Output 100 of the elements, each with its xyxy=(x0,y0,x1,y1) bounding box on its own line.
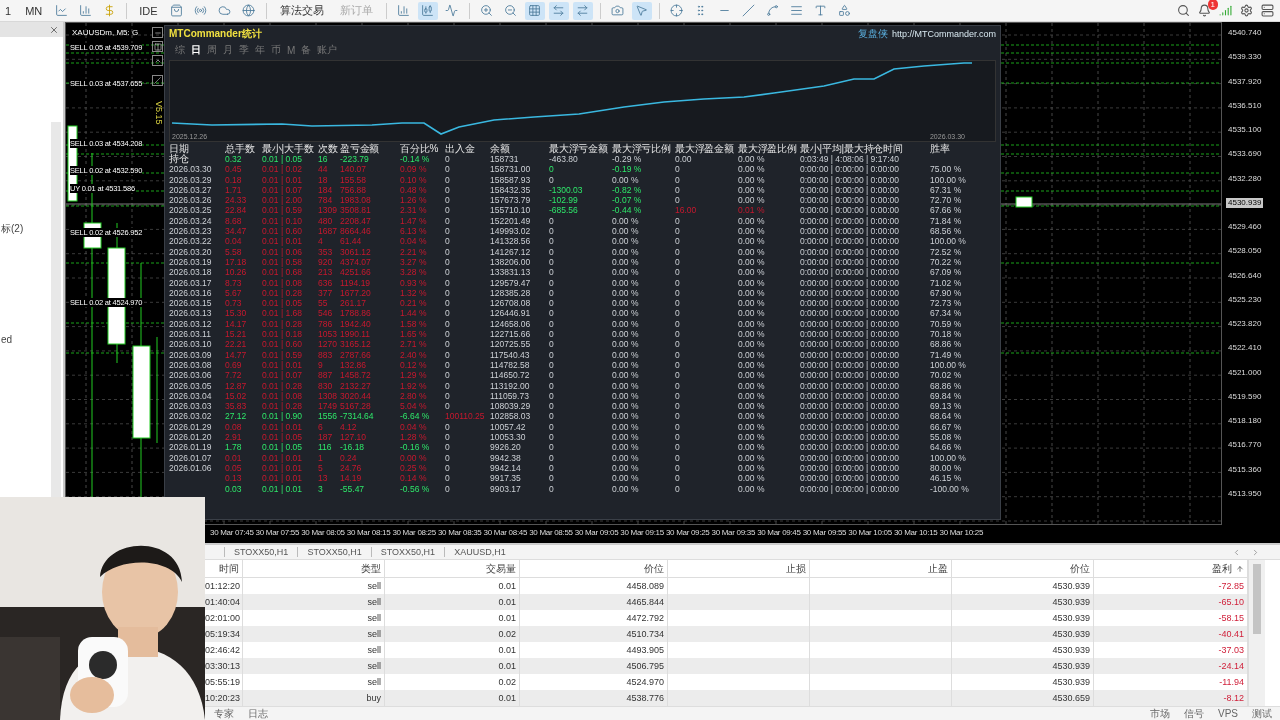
table-row[interactable]: 10:20:23 buy 0.01 4538.776 4530.659 -8.12 xyxy=(205,690,1248,706)
table-row[interactable]: 05:55:19 sell 0.02 4524.970 4530.939 -11.94 xyxy=(205,674,1248,690)
period-tab[interactable]: 月 xyxy=(223,43,233,57)
table-row[interactable]: 05:19:34 sell 0.02 4510.734 4530.939 -40.41 xyxy=(205,626,1248,642)
search-icon[interactable] xyxy=(1177,4,1190,17)
period-tab[interactable]: 备 xyxy=(301,43,312,57)
table-row[interactable]: 02:01:00 sell 0.01 4472.792 4530.939 -58.15 xyxy=(205,610,1248,626)
table-cell-text: 0 xyxy=(445,236,451,247)
table-cell-text: 138206.00 xyxy=(490,256,532,268)
table-row[interactable]: 03:30:13 sell 0.01 4506.795 4530.939 -24.14 xyxy=(205,658,1248,674)
period-tab[interactable]: 账户 xyxy=(317,43,338,57)
status-item[interactable]: 信号 xyxy=(1184,706,1204,720)
table-cell-text: 0 xyxy=(445,359,451,371)
toolbar-button[interactable]: 算法交易 xyxy=(273,1,330,20)
table-cell-text: 100.00 % xyxy=(930,452,967,463)
signal-icon xyxy=(1219,4,1232,17)
period-tab[interactable]: 周 xyxy=(207,43,217,57)
table-cell-text: 784 xyxy=(318,195,334,206)
period-tab[interactable]: M xyxy=(287,44,296,56)
sort-icon[interactable] xyxy=(1236,564,1244,573)
toolbar-label[interactable]: IDE xyxy=(134,4,163,17)
toolbar-icon-button[interactable] xyxy=(417,1,438,20)
status-tab[interactable]: 专家 xyxy=(214,706,234,720)
navigator-item[interactable]: ed xyxy=(1,334,63,345)
chart-tab[interactable]: XAUUSD,H1 xyxy=(444,547,515,557)
table-cell-text: 132.86 xyxy=(340,359,367,371)
notification-badge: 1 xyxy=(1207,0,1218,10)
period-tab[interactable]: 季 xyxy=(239,43,249,57)
chart-toggle-icon[interactable] xyxy=(152,41,163,52)
table-cell-text: 0 xyxy=(445,154,451,165)
table-cell-text: 0.00 % xyxy=(738,329,766,340)
scrollbar-thumb[interactable] xyxy=(1253,564,1261,634)
table-cell-text: 0.00 xyxy=(675,154,693,165)
table-row[interactable]: 01:12:20 sell 0.01 4458.089 4530.939 -72.85 xyxy=(205,578,1248,594)
chart-tab[interactable]: STOXX50,H1 xyxy=(224,547,298,557)
column-header[interactable]: 价位 xyxy=(520,560,668,577)
period-tab[interactable]: 币 xyxy=(271,43,281,57)
table-cell-text: 15.21 xyxy=(225,329,248,340)
table-cell-text: 0.01 | 0.28 xyxy=(262,401,304,412)
table-cell-text: 72.70 % xyxy=(930,195,963,206)
table-cell-text: 0.01 | 0.59 xyxy=(262,205,304,216)
status-item[interactable]: 市场 xyxy=(1150,706,1170,720)
website-link[interactable]: http://MTCommander.com xyxy=(891,29,996,39)
table-cell-text: 1.71 xyxy=(225,184,243,196)
chart-shift-icon xyxy=(576,4,590,17)
price-label: 4519.590 xyxy=(1227,391,1263,402)
date-cell-text: 2026.03.17 xyxy=(169,277,213,288)
price-label: 4525.230 xyxy=(1227,294,1263,305)
column-header[interactable]: 类型 xyxy=(243,560,385,577)
table-cell-text: 0.01 | 0.60 xyxy=(262,226,304,237)
date-cell-text: 2026.03.24 xyxy=(169,215,213,227)
table-cell-text: 0 xyxy=(445,277,451,288)
bell-icon[interactable] xyxy=(1198,4,1211,17)
table-cell-text: 7.72 xyxy=(225,370,243,381)
scroll-left-icon[interactable] xyxy=(1232,547,1241,557)
table-cell-text: 0.00 % xyxy=(738,421,766,432)
period-tab[interactable]: 综 xyxy=(175,43,185,57)
column-header[interactable]: 价位 xyxy=(952,560,1094,577)
table-row[interactable]: 01:40:04 sell 0.01 4465.844 4530.939 -65.10 xyxy=(205,594,1248,610)
table-cell-text: 0:00:00 | 0:00:00 | 0:00:00 xyxy=(800,256,900,268)
table-row[interactable]: 02:46:42 sell 0.01 4493.905 4530.939 -37.03 xyxy=(205,642,1248,658)
table-cell-text: 5 xyxy=(318,462,324,474)
chart-tab[interactable]: STOXX50,H1 xyxy=(370,547,445,557)
table-cell-text: 0 xyxy=(675,370,681,381)
table-cell-text: 0.01 | 0.18 xyxy=(262,329,304,340)
toolbar-icon-button[interactable] xyxy=(524,1,545,20)
toolbar-icon-button[interactable] xyxy=(572,1,593,20)
status-tab[interactable]: 日志 xyxy=(248,706,268,720)
table-cell-text: 0.08 xyxy=(225,421,243,432)
minimize-icon[interactable] xyxy=(152,27,163,38)
table-cell-text: 0.13 xyxy=(225,473,243,484)
status-item[interactable]: 测试 xyxy=(1252,706,1272,720)
close-icon[interactable] xyxy=(49,24,59,35)
scroll-right-icon[interactable] xyxy=(1251,547,1260,557)
price-label: 4528.050 xyxy=(1227,246,1263,257)
table-cell-text: 4251.66 xyxy=(340,267,372,278)
bar-chart-icon xyxy=(397,4,411,17)
table-cell-text: 44 xyxy=(318,164,329,175)
toolbar-icon-button[interactable] xyxy=(631,1,652,20)
period-tab[interactable]: 年 xyxy=(255,43,265,57)
table-cell-text: 61.44 xyxy=(340,236,363,247)
period-tab[interactable]: 日 xyxy=(191,43,201,57)
navigator-item[interactable]: 标(2) xyxy=(1,222,63,236)
table-cell-text: 0.00 % xyxy=(612,349,640,360)
table-cell-text: 16.00 xyxy=(675,205,698,216)
column-header[interactable]: 止损 xyxy=(668,560,810,577)
server-icon[interactable] xyxy=(1261,4,1274,17)
toolbar-icon-button[interactable] xyxy=(548,1,569,20)
table-cell-text: 0 xyxy=(675,473,681,484)
column-header[interactable]: 交易量 xyxy=(385,560,520,577)
date-cell-text: 2026.03.20 xyxy=(169,246,213,257)
table-cell-text: 0 xyxy=(549,318,555,330)
chart-tab[interactable]: STOXX50,H1 xyxy=(297,547,371,557)
table-cell-text: 114650.72 xyxy=(490,370,531,381)
scrollbar-track[interactable] xyxy=(51,122,61,497)
table-cell-text: 2208.47 xyxy=(340,215,372,227)
status-item[interactable]: VPS xyxy=(1218,706,1238,720)
toolbar-label[interactable]: 1 xyxy=(0,4,17,17)
column-header[interactable]: 止盈 xyxy=(810,560,952,577)
toolbar-label[interactable]: MN xyxy=(20,4,48,17)
